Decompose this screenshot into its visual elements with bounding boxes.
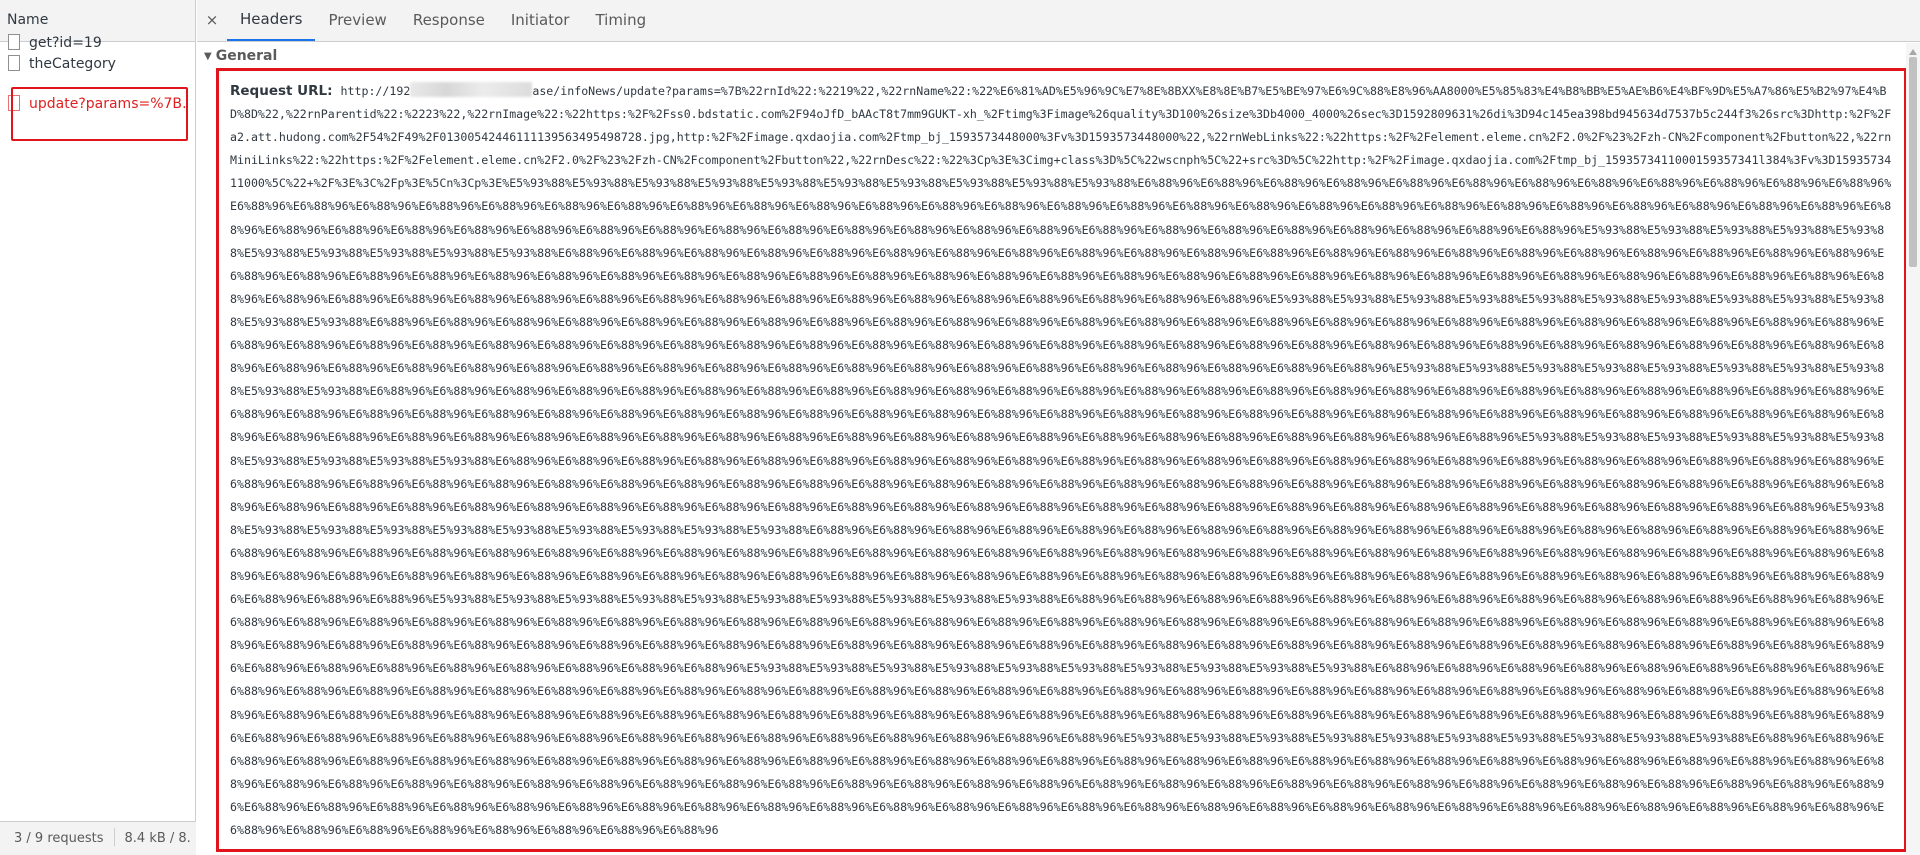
selected-request-highlight	[11, 87, 188, 141]
request-item-thecategory[interactable]: theCategory	[8, 51, 188, 77]
request-name: get?id=19	[29, 35, 102, 51]
request-details-panel: × Headers Preview Response Initiator Tim…	[197, 0, 1920, 855]
section-title: General	[215, 48, 278, 64]
scroll-thumb[interactable]	[1909, 57, 1917, 267]
request-list-panel: Name get?id=19 theCategory update?params…	[0, 0, 196, 855]
divider	[113, 828, 115, 846]
triangle-down-icon: ▼	[204, 51, 212, 62]
document-icon	[8, 55, 20, 71]
tab-timing[interactable]: Timing	[582, 0, 659, 41]
scroll-up-arrow-icon[interactable]	[1909, 49, 1917, 55]
request-url-value: ase/infoNews/update?params=%7B%22rnId%22…	[230, 84, 1892, 837]
redacted-host	[410, 82, 533, 97]
status-bar: 3 / 9 requests 8.4 kB / 8.	[0, 821, 196, 855]
request-url-row: Request URL: http://192 ase/infoNews/updat…	[219, 71, 1904, 842]
request-name: theCategory	[29, 56, 116, 72]
tab-response[interactable]: Response	[400, 0, 498, 41]
request-url-highlight: Request URL: http://192 ase/infoNews/updat…	[216, 68, 1907, 852]
document-icon	[8, 34, 20, 50]
general-section-header[interactable]: ▼ General	[197, 46, 1920, 66]
tab-headers[interactable]: Headers	[227, 0, 316, 41]
details-tabbar: × Headers Preview Response Initiator Tim…	[197, 0, 1920, 42]
request-url-prefix: http://192	[340, 84, 411, 98]
transferred-size: 8.4 kB / 8.	[124, 831, 191, 846]
tab-preview[interactable]: Preview	[315, 0, 399, 41]
close-icon[interactable]: ×	[197, 0, 227, 41]
request-count: 3 / 9 requests	[14, 831, 104, 846]
vertical-scrollbar[interactable]	[1906, 43, 1920, 855]
tab-initiator[interactable]: Initiator	[498, 0, 583, 41]
request-url-label: Request URL:	[230, 83, 333, 99]
